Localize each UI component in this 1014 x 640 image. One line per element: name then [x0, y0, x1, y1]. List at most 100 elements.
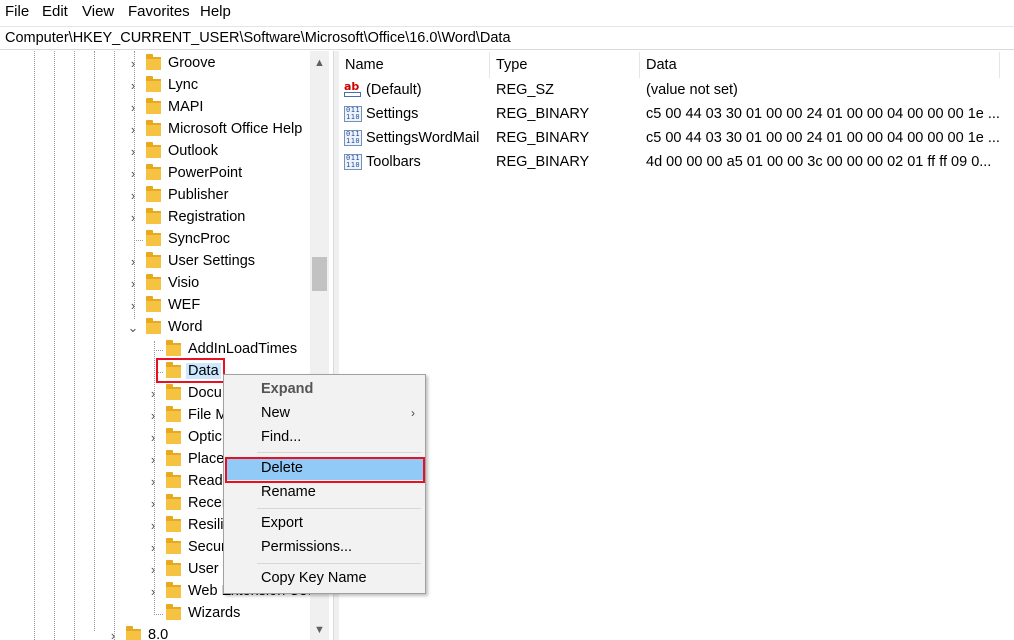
tree-item-label: PowerPoint — [168, 165, 243, 181]
tree-item-publisher[interactable]: › Publisher — [0, 185, 310, 207]
expand-arrow-icon[interactable]: › — [127, 141, 139, 163]
column-header-type[interactable]: Type — [490, 52, 640, 78]
tree-item-word[interactable]: ⌄ Word — [0, 317, 310, 339]
menu-item-new[interactable]: New › — [226, 402, 423, 425]
column-header-data[interactable]: Data — [640, 52, 1000, 78]
expand-arrow-icon[interactable]: › — [127, 273, 139, 295]
address-bar[interactable]: Computer\HKEY_CURRENT_USER\Software\Micr… — [0, 26, 1014, 50]
expand-arrow-icon[interactable]: › — [127, 75, 139, 97]
tree-item-label: User I — [188, 561, 227, 577]
folder-icon — [166, 604, 181, 620]
scroll-up-icon[interactable]: ▲ — [310, 53, 329, 73]
tree-item-label: Groove — [168, 55, 216, 71]
value-data: 4d 00 00 00 a5 01 00 00 3c 00 00 00 02 0… — [646, 154, 992, 170]
value-name: SettingsWordMail — [366, 130, 480, 146]
tree-item-lync[interactable]: › Lync — [0, 75, 310, 97]
menu-separator — [257, 563, 421, 564]
value-type: REG_SZ — [496, 82, 555, 98]
expand-arrow-icon[interactable]: › — [127, 207, 139, 229]
expand-arrow-icon[interactable]: › — [147, 515, 159, 537]
menu-item-find[interactable]: Find... — [226, 426, 423, 449]
tree-connector — [154, 350, 163, 351]
expand-arrow-icon[interactable]: › — [127, 97, 139, 119]
menu-edit[interactable]: Edit — [42, 3, 68, 20]
folder-icon — [166, 494, 181, 510]
menu-bar: File Edit View Favorites Help — [0, 0, 1014, 24]
tree-item-microsoft-office-help[interactable]: › Microsoft Office Help — [0, 119, 310, 141]
expand-arrow-icon[interactable]: › — [147, 537, 159, 559]
menu-help[interactable]: Help — [200, 3, 231, 20]
expand-arrow-icon[interactable]: › — [147, 405, 159, 427]
scroll-down-icon[interactable]: ▼ — [310, 620, 329, 640]
string-value-icon: ab — [344, 81, 362, 98]
value-name: (Default) — [366, 82, 422, 98]
expand-arrow-icon[interactable]: › — [147, 471, 159, 493]
folder-icon — [146, 142, 161, 158]
tree-item-syncproc[interactable]: SyncProc — [0, 229, 310, 251]
folder-icon — [146, 252, 161, 268]
data-key-highlight — [156, 358, 225, 383]
folder-icon — [146, 120, 161, 136]
tree-item-outlook[interactable]: › Outlook — [0, 141, 310, 163]
address-path[interactable]: Computer\HKEY_CURRENT_USER\Software\Micr… — [5, 30, 511, 46]
menu-separator — [257, 508, 421, 509]
menu-item-export[interactable]: Export — [226, 512, 423, 535]
expand-arrow-icon[interactable]: › — [127, 251, 139, 273]
expand-arrow-icon[interactable]: › — [147, 581, 159, 603]
folder-icon — [166, 516, 181, 532]
value-row-settingswordmail[interactable]: 011 110 SettingsWordMail REG_BINARY c5 0… — [339, 127, 1000, 151]
folder-icon — [166, 472, 181, 488]
tree-item-mapi[interactable]: › MAPI — [0, 97, 310, 119]
value-name: Toolbars — [366, 154, 421, 170]
tree-item-label: Place — [188, 451, 225, 467]
value-row-default[interactable]: ab (Default) REG_SZ (value not set) — [339, 79, 999, 103]
tree-item-visio[interactable]: › Visio — [0, 273, 310, 295]
context-menu: Expand New › Find... Delete Rename Expor… — [223, 374, 426, 594]
value-data: (value not set) — [646, 82, 738, 98]
tree-item-label: Read — [188, 473, 223, 489]
tree-item-groove[interactable]: › Groove — [0, 53, 310, 75]
tree-item-powerpoint[interactable]: › PowerPoint — [0, 163, 310, 185]
scroll-thumb[interactable] — [312, 257, 327, 291]
expand-arrow-icon[interactable]: › — [107, 625, 119, 640]
binary-value-icon: 011 110 — [344, 106, 362, 122]
tree-item-wizards[interactable]: Wizards — [0, 603, 310, 625]
expand-arrow-icon[interactable]: › — [127, 163, 139, 185]
tree-item-8-0[interactable]: › 8.0 — [0, 625, 310, 640]
menu-item-expand[interactable]: Expand — [226, 378, 423, 401]
expand-arrow-icon[interactable]: › — [147, 449, 159, 471]
expand-arrow-icon[interactable]: › — [147, 427, 159, 449]
expand-arrow-icon[interactable]: › — [127, 295, 139, 317]
folder-icon — [146, 186, 161, 202]
folder-icon — [166, 340, 181, 356]
folder-icon — [146, 98, 161, 114]
tree-item-wef[interactable]: › WEF — [0, 295, 310, 317]
menu-file[interactable]: File — [5, 3, 29, 20]
tree-item-label: WEF — [168, 297, 201, 313]
tree-item-label: Publisher — [168, 187, 229, 203]
column-header-name[interactable]: Name — [339, 52, 490, 78]
menu-item-copy-key-name[interactable]: Copy Key Name — [226, 567, 423, 590]
submenu-arrow-icon: › — [411, 406, 415, 420]
expand-arrow-icon[interactable]: › — [127, 185, 139, 207]
menu-item-permissions[interactable]: Permissions... — [226, 536, 423, 559]
expand-arrow-icon[interactable]: › — [127, 119, 139, 141]
menu-favorites[interactable]: Favorites — [128, 3, 190, 20]
expand-arrow-icon[interactable]: › — [147, 559, 159, 581]
menu-view[interactable]: View — [82, 3, 114, 20]
folder-icon — [126, 626, 141, 640]
expand-arrow-icon[interactable]: › — [147, 493, 159, 515]
collapse-arrow-icon[interactable]: ⌄ — [127, 317, 139, 339]
tree-item-label: File M — [188, 407, 228, 423]
tree-item-label: Lync — [168, 77, 199, 93]
menu-item-rename[interactable]: Rename — [226, 481, 423, 504]
tree-item-label: Wizards — [188, 605, 241, 621]
value-row-settings[interactable]: 011 110 Settings REG_BINARY c5 00 44 03 … — [339, 103, 1000, 127]
menu-item-label: Expand — [261, 381, 314, 397]
value-row-toolbars[interactable]: 011 110 Toolbars REG_BINARY 4d 00 00 00 … — [339, 151, 999, 175]
tree-item-addinloadtimes[interactable]: AddInLoadTimes — [0, 339, 310, 361]
expand-arrow-icon[interactable]: › — [127, 53, 139, 75]
tree-item-user-settings[interactable]: › User Settings — [0, 251, 310, 273]
expand-arrow-icon[interactable]: › — [147, 383, 159, 405]
tree-item-registration[interactable]: › Registration — [0, 207, 310, 229]
